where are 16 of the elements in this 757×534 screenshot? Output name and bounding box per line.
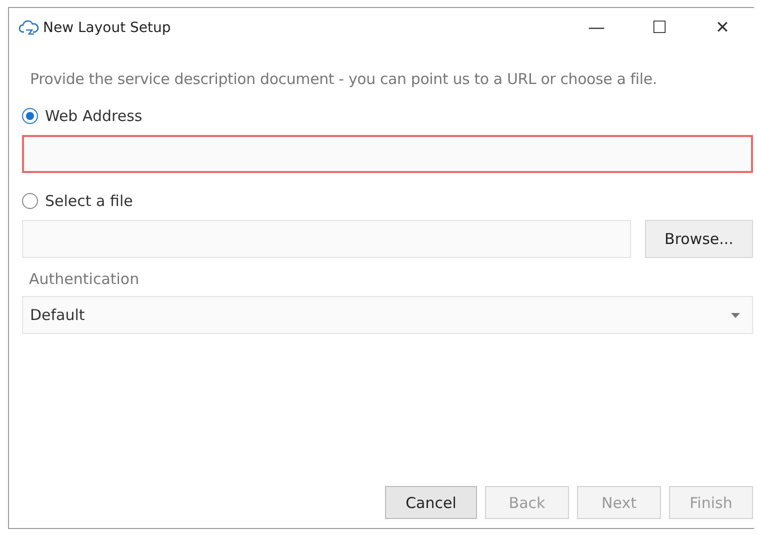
dialog-button[interactable]: Cancel — [385, 486, 477, 519]
browse-button[interactable]: Browse... — [645, 220, 753, 258]
radio-label: Web Address — [45, 107, 142, 125]
authentication-dropdown[interactable]: Default — [22, 296, 753, 334]
cloud-icon — [19, 20, 39, 36]
radio-button[interactable] — [22, 193, 38, 209]
window-title: New Layout Setup — [43, 20, 171, 36]
instruction-text: Provide the service description document - you can point us to a URL or choose a file. — [30, 70, 658, 88]
input-field[interactable] — [22, 135, 753, 173]
minimize-button[interactable]: — — [565, 9, 628, 47]
close-button[interactable]: ✕ — [691, 9, 754, 47]
dropdown-arrow-icon — [731, 312, 740, 318]
radio-button[interactable] — [22, 108, 38, 124]
field-label: Authentication — [29, 270, 140, 288]
radio-label: Select a file — [45, 192, 133, 210]
maximize-button[interactable]: ☐ — [628, 9, 691, 47]
